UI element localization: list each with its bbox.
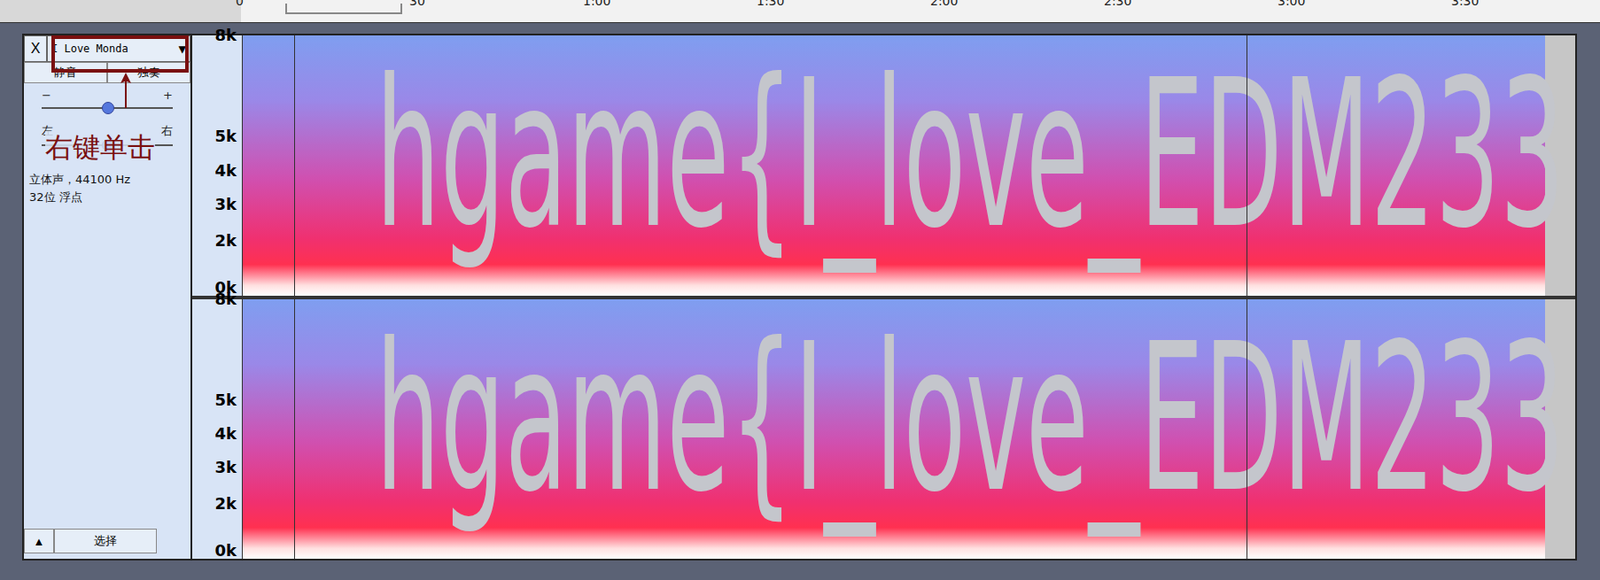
collapse-button[interactable]: ▲ [23,528,55,554]
play-region-handle[interactable] [285,3,403,15]
ruler-tick: 30 [409,0,583,23]
gain-plus-label: + [163,88,173,102]
annotation-label: 右键单击 [45,131,156,164]
pan-right-label: 右 [161,123,173,140]
frequency-axis: 8k5k4k3k2k0k [192,299,243,560]
spectrogram[interactable]: hgame{I_love_EDM233} [242,299,1576,560]
ruler-tick: 1:30 [756,0,931,23]
spectrogram-text: hgame{I_love_EDM233} [375,317,1576,521]
gain-slider[interactable] [41,101,173,115]
track-control-panel: X I Love Monda ▼ 静音 独奏 − + 左 右 立体声，44100… [23,35,193,560]
mute-button[interactable]: 静音 [23,62,108,84]
gain-minus-label: − [41,88,52,102]
ruler-tick: 1:00 [582,0,757,23]
ruler-tick: 3:30 [1451,0,1600,23]
dropdown-icon: ▼ [178,41,187,56]
ruler-tick: 2:00 [930,0,1104,23]
frequency-axis: 8k5k4k3k2k0k [192,35,243,296]
spectrogram-channel[interactable]: 8k5k4k3k2k0k hgame{I_love_EDM233} [192,299,1576,560]
audio-track: X I Love Monda ▼ 静音 独奏 − + 左 右 立体声，44100… [22,33,1577,561]
timeline-ruler[interactable]: 0301:001:302:002:303:003:30 [0,0,1600,24]
solo-button[interactable]: 独奏 [107,62,191,84]
spectrogram-channel[interactable]: 8k5k4k3k2k0k hgame{I_love_EDM233} [192,35,1576,296]
highlight-box [51,35,189,73]
track-name-menu[interactable]: I Love Monda ▼ [46,35,191,63]
spectrogram-text: hgame{I_love_EDM233} [375,53,1576,257]
spectrogram[interactable]: hgame{I_love_EDM233} [242,35,1576,296]
ruler-tick: 3:00 [1277,0,1452,23]
ruler-tick: 2:30 [1103,0,1278,23]
audacity-window: 0301:001:302:002:303:003:30 X I Love Mon… [0,0,1600,580]
close-track-button[interactable]: X [23,35,47,63]
select-button[interactable]: 选择 [54,528,157,554]
arrow-icon [119,72,133,109]
